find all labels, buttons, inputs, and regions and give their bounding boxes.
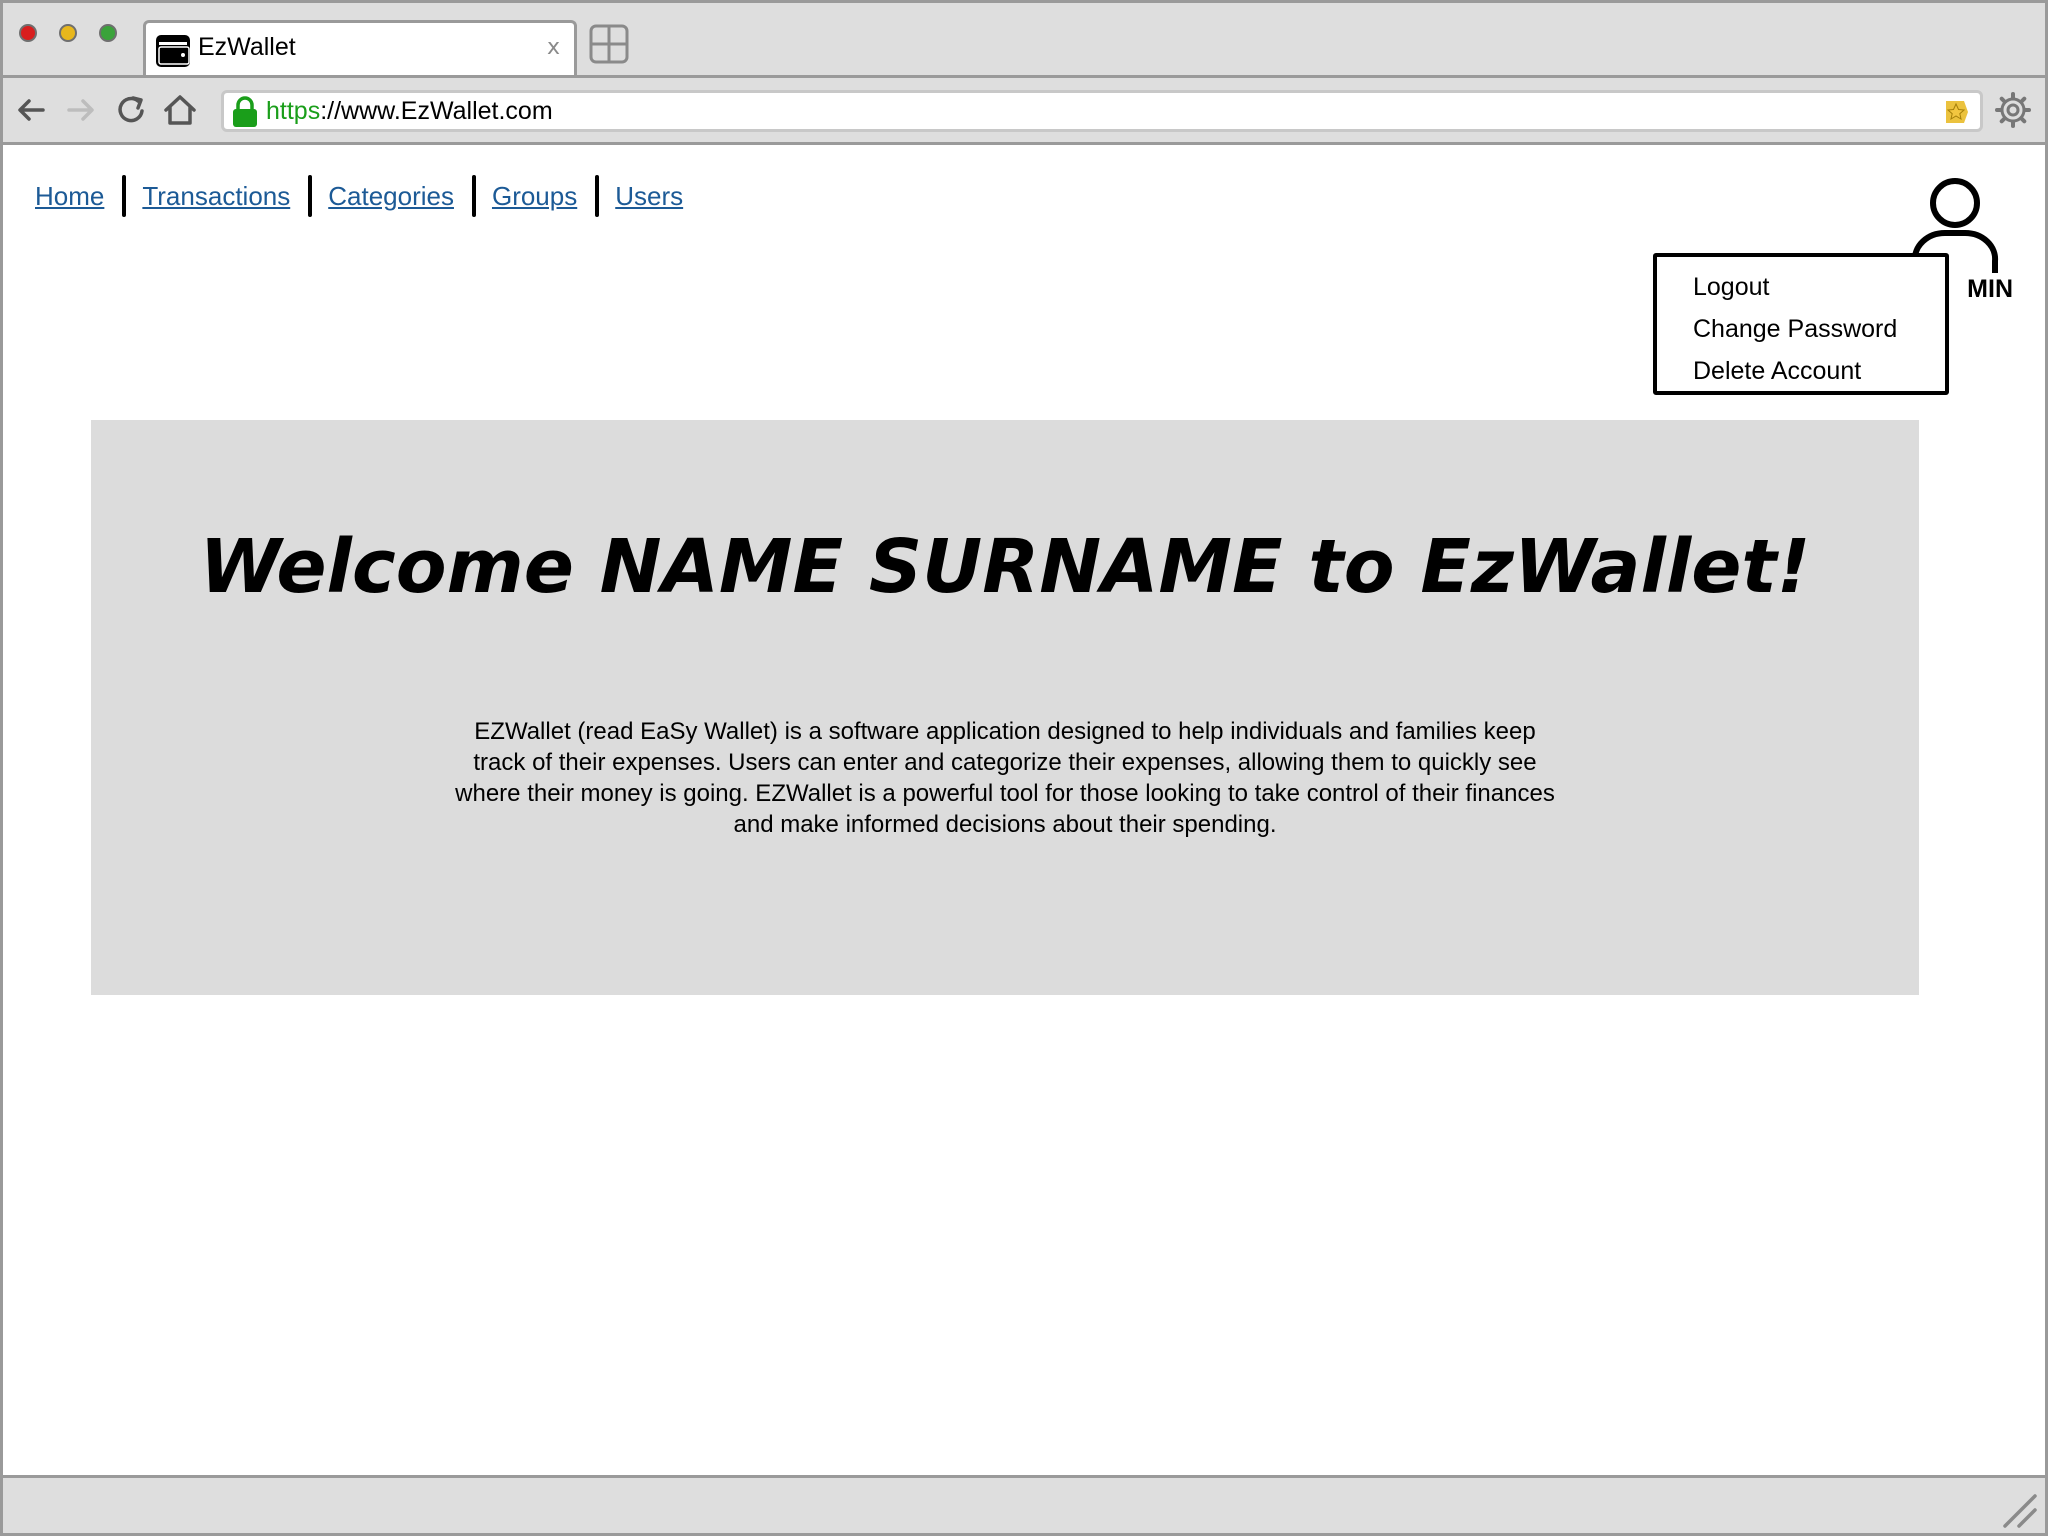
- user-full-name: NAME SURNAME: [599, 524, 1283, 610]
- nav-separator: [308, 175, 313, 217]
- nav-separator: [595, 175, 600, 217]
- bookmark-star-icon[interactable]: [1942, 98, 1970, 126]
- status-bar: [3, 1475, 2045, 1533]
- menu-item-change-password[interactable]: Change Password: [1657, 308, 1945, 350]
- app-description: EZWallet (read EaSy Wallet) is a softwar…: [455, 718, 1555, 838]
- url-text[interactable]: https://www.EzWallet.com: [266, 97, 553, 126]
- settings-gear-icon[interactable]: [1995, 92, 2031, 128]
- nav-link-transactions[interactable]: Transactions: [142, 181, 290, 212]
- welcome-suffix: to EzWallet!: [1282, 524, 1811, 610]
- title-bar: EzWallet x: [3, 3, 2045, 78]
- lock-icon: [233, 96, 257, 127]
- nav-link-categories[interactable]: Categories: [328, 181, 454, 212]
- maximize-window-button[interactable]: [99, 24, 117, 42]
- wallet-icon: [156, 35, 190, 67]
- minimize-window-button[interactable]: [59, 24, 77, 42]
- close-window-button[interactable]: [19, 24, 37, 42]
- nav-separator: [122, 175, 127, 217]
- url-host: ://www.EzWallet.com: [320, 97, 553, 125]
- nav-link-users[interactable]: Users: [615, 181, 683, 212]
- nav-separator: [471, 175, 476, 217]
- browser-tab[interactable]: EzWallet x: [143, 20, 577, 78]
- nav-link-groups[interactable]: Groups: [492, 181, 577, 212]
- tab-title: EzWallet: [198, 33, 296, 61]
- menu-item-delete-account[interactable]: Delete Account: [1657, 350, 1945, 392]
- home-icon[interactable]: [161, 91, 199, 129]
- welcome-panel: Welcome NAME SURNAME to EzWallet! EZWall…: [91, 420, 1919, 995]
- user-dropdown-menu: Logout Change Password Delete Account: [1653, 253, 1949, 395]
- browser-toolbar: https://www.EzWallet.com: [3, 75, 2045, 145]
- welcome-heading: Welcome NAME SURNAME to EzWallet!: [91, 524, 1919, 610]
- address-bar[interactable]: https://www.EzWallet.com: [221, 90, 1983, 132]
- menu-item-logout[interactable]: Logout: [1657, 266, 1945, 308]
- url-scheme: https: [266, 97, 321, 125]
- nav-link-home[interactable]: Home: [35, 181, 104, 212]
- forward-arrow-icon[interactable]: [61, 91, 99, 129]
- back-arrow-icon[interactable]: [13, 91, 51, 129]
- tab-close-icon[interactable]: x: [547, 35, 560, 60]
- welcome-prefix: Welcome: [199, 524, 600, 610]
- reload-icon[interactable]: [113, 91, 151, 129]
- browser-window: EzWallet x https://www.EzWallet.com Home…: [0, 0, 2048, 1536]
- main-nav: Home Transactions Categories Groups User…: [35, 173, 683, 219]
- new-tab-icon[interactable]: [589, 24, 629, 64]
- resize-grip-icon[interactable]: [1999, 1490, 2039, 1530]
